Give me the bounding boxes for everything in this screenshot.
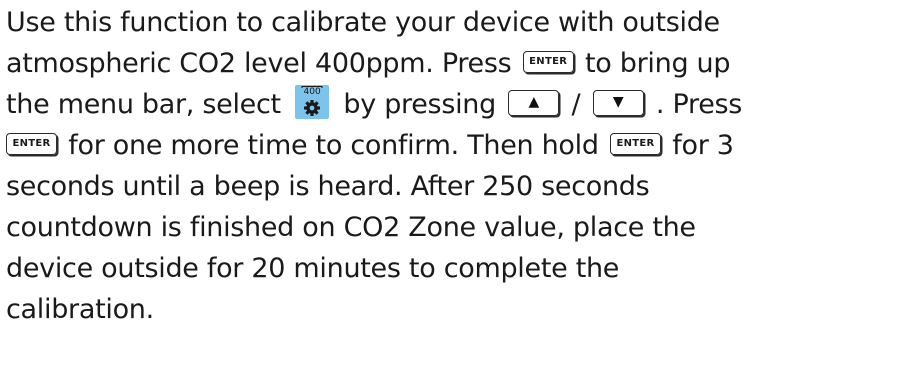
line-text: countdown is finished on CO2 Zone value,… [6, 212, 696, 243]
down-arrow-key-icon: ▼ [592, 89, 644, 116]
line-text: for 3 [672, 130, 734, 161]
line-text: Use this function to calibrate your devi… [6, 7, 720, 38]
slash-separator: / [571, 89, 581, 120]
text-line-2: atmospheric CO2 level 400ppm. Press ENTE… [6, 43, 901, 84]
text-line-4: ENTER for one more time to confirm. Then… [6, 125, 901, 166]
instruction-paragraph: Use this function to calibrate your devi… [6, 2, 901, 330]
line-text: . Press [655, 89, 743, 120]
line-text: for one more time to confirm. Then hold [68, 130, 599, 161]
line-text: atmospheric CO2 level 400ppm. Press [6, 48, 512, 79]
line-text: seconds until a beep is heard. After 250… [6, 171, 650, 202]
gear-icon [301, 85, 323, 116]
line-text: to bring up [585, 48, 731, 79]
text-line-8: calibration. [6, 289, 901, 330]
enter-key-icon: ENTER [522, 50, 574, 73]
text-line-5: seconds until a beep is heard. After 250… [6, 166, 901, 207]
text-line-1: Use this function to calibrate your devi… [6, 2, 901, 43]
text-line-3: the menu bar, select 400 by pressing ▲ /… [6, 84, 901, 125]
line-text: by pressing [343, 89, 496, 120]
text-line-7: device outside for 20 minutes to complet… [6, 248, 901, 289]
line-text: the menu bar, select [6, 89, 281, 120]
line-text: device outside for 20 minutes to complet… [6, 253, 620, 284]
text-line-6: countdown is finished on CO2 Zone value,… [6, 207, 901, 248]
co2-400-calibration-gear-icon: 400 [295, 84, 330, 119]
up-arrow-key-icon: ▲ [508, 89, 560, 116]
enter-key-icon: ENTER [6, 132, 57, 155]
enter-key-icon: ENTER [609, 132, 661, 155]
line-text: calibration. [6, 294, 154, 325]
